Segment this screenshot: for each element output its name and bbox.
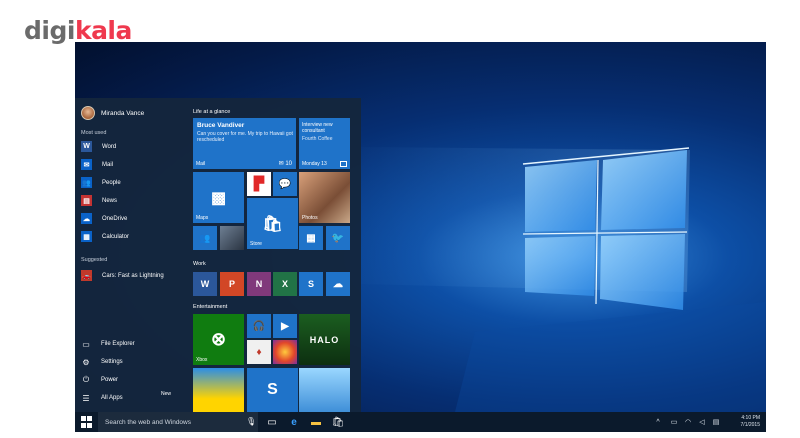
tiles-area: Life at a glance Bruce Vandiver Can you …: [193, 98, 361, 412]
mail-tile[interactable]: Bruce Vandiver Can you cover for me. My …: [193, 118, 296, 169]
calendar-tile[interactable]: Interview new consultant Fourth Coffee M…: [299, 118, 350, 169]
most-used-heading: Most used: [81, 130, 107, 136]
group-life-at-a-glance: Life at a glance: [193, 109, 231, 115]
system-item[interactable]: ▭ File Explorer: [81, 338, 134, 350]
frozen-tile[interactable]: [299, 368, 350, 412]
calculator-icon: ▦: [306, 232, 316, 244]
halo-logo: HALO: [309, 334, 340, 345]
most-used-item[interactable]: ▤ News: [81, 194, 117, 207]
color-game-tile[interactable]: [273, 340, 297, 364]
folder-icon[interactable]: ▬: [309, 415, 323, 429]
calculator-tile[interactable]: ▦: [299, 226, 323, 250]
calculator-icon: ▦: [81, 231, 92, 242]
onedrive-icon: ☁: [333, 278, 343, 290]
windows-desktop-screenshot: Miranda Vance Most used W Word ✉ Mail 👥 Peopl…: [75, 42, 766, 432]
gear-icon: ⚙: [82, 357, 90, 367]
skype-icon: S: [307, 279, 314, 289]
wifi-icon[interactable]: ◠: [683, 417, 693, 427]
all-apps-icon: ☰: [82, 393, 90, 403]
system-item[interactable]: ⚙ Settings: [81, 356, 122, 368]
mail-count: ✉ 10: [278, 161, 292, 167]
system-item[interactable]: ☰ All Apps: [81, 392, 122, 404]
people-icon: 👥: [199, 232, 211, 243]
twitter-tile[interactable]: 🐦: [326, 226, 350, 250]
notification-icon[interactable]: ▤: [711, 417, 721, 427]
most-used-item[interactable]: W Word: [81, 140, 116, 153]
shazam-icon: S: [267, 381, 278, 398]
group-work: Work: [193, 261, 206, 267]
user-account[interactable]: Miranda Vance: [81, 106, 144, 120]
onedrive-icon: ☁: [81, 213, 92, 224]
halo-tile[interactable]: HALO: [299, 314, 350, 365]
windows-start-icon[interactable]: [81, 416, 93, 428]
clock[interactable]: 4:10 PM 7/1/2015: [741, 415, 760, 429]
edge-icon[interactable]: e: [287, 415, 301, 429]
battery-icon[interactable]: ▭: [669, 417, 679, 427]
task-view-icon[interactable]: ▭: [265, 415, 279, 429]
word-icon: W: [200, 279, 210, 289]
system-item[interactable]: ⏻ Power: [81, 374, 118, 386]
volume-icon[interactable]: ◁: [697, 417, 707, 427]
news-icon: ▤: [81, 195, 92, 206]
excel-tile[interactable]: X: [273, 272, 297, 296]
microphone-icon[interactable]: 🎙: [246, 417, 256, 426]
excel-icon: X: [281, 279, 288, 289]
feedback-tile[interactable]: 💬: [273, 172, 297, 196]
powerpoint-icon: P: [228, 279, 235, 289]
search-box[interactable]: Search the web and Windows 🎙: [98, 412, 258, 432]
cars-game-icon: 🚗: [81, 270, 92, 281]
user-name: Miranda Vance: [101, 109, 145, 117]
people-icon: 👥: [81, 177, 92, 188]
taskbar: Search the web and Windows 🎙 ▭ e ▬ 🛍 ^ ▭…: [75, 412, 766, 432]
contact-photo-tile[interactable]: [220, 226, 244, 250]
start-menu: Miranda Vance Most used W Word ✉ Mail 👥 Peopl…: [75, 98, 361, 412]
twitter-icon: 🐦: [331, 232, 345, 244]
chat-icon: 💬: [278, 178, 292, 190]
photos-tile[interactable]: Photos: [299, 172, 350, 223]
group-entertainment: Entertainment: [193, 304, 228, 310]
power-icon: ⏻: [82, 375, 90, 384]
suggested-heading: Suggested: [81, 257, 108, 263]
word-icon: W: [81, 141, 92, 152]
headphones-icon: 🎧: [252, 320, 266, 332]
most-used-item[interactable]: ▦ Calculator: [81, 230, 129, 243]
most-used-item[interactable]: ☁ OneDrive: [81, 212, 127, 225]
folder-icon: ▭: [82, 339, 90, 349]
suggested-item-cars[interactable]: 🚗 Cars: Fast as Lightning: [81, 269, 164, 282]
digikala-logo: digikala: [24, 16, 132, 45]
word-tile[interactable]: W: [193, 272, 217, 296]
solitaire-tile[interactable]: ♦: [247, 340, 271, 364]
onedrive-tile[interactable]: ☁: [326, 272, 350, 296]
product-image: digikala Miranda Vance Most used W Word …: [0, 0, 800, 438]
store-taskbar-icon[interactable]: 🛍: [331, 415, 345, 429]
maps-tile[interactable]: ▩ Maps: [193, 172, 244, 223]
flipboard-icon: ▛: [254, 176, 264, 191]
new-badge: New: [161, 391, 172, 397]
flipboard-tile[interactable]: ▛: [247, 172, 271, 196]
store-tile[interactable]: 🛍 Store: [247, 198, 298, 249]
onenote-icon: N: [255, 279, 263, 289]
cards-icon: ♦: [256, 346, 262, 358]
groove-tile[interactable]: 🎧: [247, 314, 271, 338]
chevron-up-icon[interactable]: ^: [653, 417, 663, 427]
xbox-tile[interactable]: ⊗ Xbox: [193, 314, 244, 365]
most-used-item[interactable]: 👥 People: [81, 176, 121, 189]
people-tile[interactable]: 👥: [193, 226, 217, 250]
movies-tile[interactable]: ▶: [273, 314, 297, 338]
most-used-item[interactable]: ✉ Mail: [81, 158, 113, 171]
powerpoint-tile[interactable]: P: [220, 272, 244, 296]
minions-tile[interactable]: [193, 368, 244, 412]
mail-icon: ✉: [81, 159, 92, 170]
calendar-icon: [340, 161, 347, 167]
shazam-tile[interactable]: S: [247, 368, 298, 412]
start-menu-left-column: Miranda Vance Most used W Word ✉ Mail 👥 Peopl…: [75, 98, 185, 412]
skype-tile[interactable]: S: [299, 272, 323, 296]
onenote-tile[interactable]: N: [247, 272, 271, 296]
film-icon: ▶: [281, 320, 289, 332]
avatar: [81, 106, 95, 120]
